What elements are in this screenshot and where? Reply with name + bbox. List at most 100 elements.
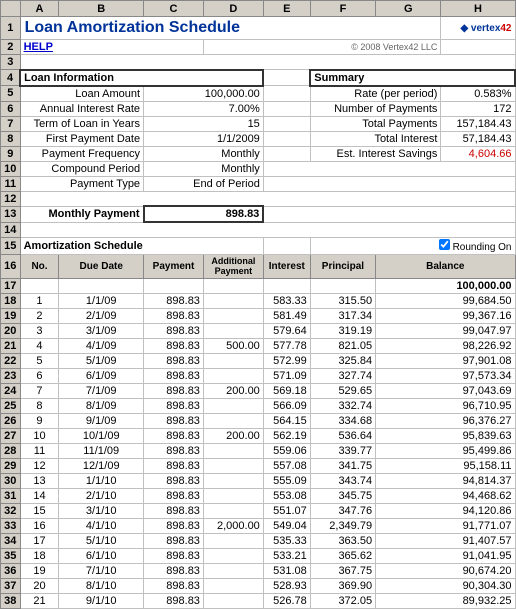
num-payments-label: Number of Payments [310, 101, 441, 116]
row-9: 9 Payment Frequency Monthly Est. Interes… [1, 146, 516, 161]
data-row-31: 31 14 2/1/10 898.83 553.08 345.75 94,468… [1, 489, 516, 504]
data-row-29: 29 12 12/1/09 898.83 557.08 341.75 95,15… [1, 459, 516, 474]
row-17-payment [144, 279, 204, 294]
copyright-cell: © 2008 Vertex42 LLC [203, 40, 440, 55]
row-3: 3 [1, 55, 516, 70]
annual-rate-value[interactable]: 7.00% [144, 101, 264, 116]
payment-freq-value[interactable]: Monthly [144, 146, 264, 161]
total-interest-value: 57,184.43 [441, 131, 515, 146]
data-row-18: 18 1 1/1/09 898.83 583.33 315.50 99,684.… [1, 294, 516, 309]
data-row-28: 28 11 11/1/09 898.83 559.06 339.77 95,49… [1, 444, 516, 459]
row-17-num: 17 [1, 279, 21, 294]
amort-schedule-header: Amortization Schedule [20, 237, 263, 254]
row-7: 7 Term of Loan in Years 15 Total Payment… [1, 116, 516, 131]
title-row: 1 Loan Amortization Schedule ◆ vertex42 [1, 17, 516, 40]
compound-value[interactable]: Monthly [144, 161, 264, 176]
data-row-26: 26 9 9/1/09 898.83 564.15 334.68 96,376.… [1, 414, 516, 429]
row-15: 15 Amortization Schedule Rounding On [1, 237, 516, 254]
amort-col-header-row: 16 No. Due Date Payment AdditionalPaymen… [1, 254, 516, 279]
col-principal-header: Principal [310, 254, 375, 279]
col-date-header: Due Date [59, 254, 144, 279]
logo-text: ◆ vertex42 [460, 23, 511, 34]
col-c-header: C [144, 1, 204, 17]
row-6-num: 6 [1, 101, 21, 116]
row-13: 13 Monthly Payment 898.83 [1, 206, 516, 222]
data-row-27: 27 10 10/1/09 898.83 200.00 562.19 536.6… [1, 429, 516, 444]
row-14-blank [20, 222, 515, 237]
row-14: 14 [1, 222, 516, 237]
rate-label: Rate (per period) [310, 86, 441, 102]
row-10-num: 10 [1, 161, 21, 176]
col-h-header: H [441, 1, 515, 17]
data-row-30: 30 13 1/1/10 898.83 555.09 343.74 94,814… [1, 474, 516, 489]
monthly-payment-value: 898.83 [144, 206, 264, 222]
row-9-num: 9 [1, 146, 21, 161]
row-15-e [263, 237, 310, 254]
total-payments-label: Total Payments [310, 116, 441, 131]
data-row-36: 36 19 7/1/10 898.83 531.08 367.75 90,674… [1, 564, 516, 579]
total-payments-value: 157,184.43 [441, 116, 515, 131]
data-row-21: 21 4 4/1/09 898.83 500.00 577.78 821.05 … [1, 339, 516, 354]
data-row-23: 23 6 6/1/09 898.83 571.09 327.74 97,573.… [1, 369, 516, 384]
data-row-34: 34 17 5/1/10 898.83 535.33 363.50 91,407… [1, 534, 516, 549]
row-14-num: 14 [1, 222, 21, 237]
col-add-payment-header: AdditionalPayment [203, 254, 263, 279]
col-f-header: F [310, 1, 375, 17]
row-17-principal [310, 279, 375, 294]
data-row-22: 22 5 5/1/09 898.83 572.99 325.84 97,901.… [1, 354, 516, 369]
corner-cell [1, 1, 21, 17]
row-13-right [263, 206, 515, 222]
help-link[interactable]: HELP [24, 41, 53, 53]
row-9-e [263, 146, 310, 161]
first-payment-value[interactable]: 1/1/2009 [144, 131, 264, 146]
row-10: 10 Compound Period Monthly [1, 161, 516, 176]
row-4-num: 4 [1, 70, 21, 86]
row-15-num: 15 [1, 237, 21, 254]
data-row-33: 33 16 4/1/10 898.83 2,000.00 549.04 2,34… [1, 519, 516, 534]
rounding-cell[interactable]: Rounding On [310, 237, 515, 254]
summary-header: Summary [310, 70, 515, 86]
loan-info-header: Loan Information [20, 70, 263, 86]
row-3-blank [20, 55, 515, 70]
row-10-right [263, 161, 515, 176]
data-row-32: 32 15 3/1/10 898.83 551.07 347.76 94,120… [1, 504, 516, 519]
row-8: 8 First Payment Date 1/1/2009 Total Inte… [1, 131, 516, 146]
rate-value: 0.583% [441, 86, 515, 102]
est-savings-label: Est. Interest Savings [310, 146, 441, 161]
spreadsheet-title: Loan Amortization Schedule [20, 17, 441, 40]
row-17-date [59, 279, 144, 294]
row-2-h [441, 40, 515, 55]
compound-label: Compound Period [20, 161, 143, 176]
row-4-e [263, 70, 310, 86]
help-cell[interactable]: HELP [20, 40, 203, 55]
est-savings-value: 4,604.66 [441, 146, 515, 161]
copyright-text: © 2008 Vertex42 LLC [351, 42, 437, 52]
data-row-25: 25 8 8/1/09 898.83 566.09 332.74 96,710.… [1, 399, 516, 414]
row-8-num: 8 [1, 131, 21, 146]
term-value[interactable]: 15 [144, 116, 264, 131]
total-interest-label: Total Interest [310, 131, 441, 146]
col-b-header: B [59, 1, 144, 17]
term-label: Term of Loan in Years [20, 116, 143, 131]
data-row-19: 19 2 2/1/09 898.83 581.49 317.34 99,367.… [1, 309, 516, 324]
rounding-checkbox[interactable] [439, 239, 450, 250]
data-row-38: 38 21 9/1/10 898.83 526.78 372.05 89,932… [1, 594, 516, 609]
row-11: 11 Payment Type End of Period [1, 176, 516, 191]
row-4: 4 Loan Information Summary [1, 70, 516, 86]
loan-amount-label: Loan Amount [20, 86, 143, 102]
row-17-no [20, 279, 59, 294]
annual-rate-label: Annual Interest Rate [20, 101, 143, 116]
col-balance-header: Balance [376, 254, 515, 279]
row-6-e [263, 101, 310, 116]
loan-amount-value[interactable]: 100,000.00 [144, 86, 264, 102]
row-13-num: 13 [1, 206, 21, 222]
data-row-20: 20 3 3/1/09 898.83 579.64 319.19 99,047.… [1, 324, 516, 339]
col-no-header: No. [20, 254, 59, 279]
col-payment-header: Payment [144, 254, 204, 279]
col-a-header: A [20, 1, 59, 17]
row-5-num: 5 [1, 86, 21, 102]
row-16-num: 16 [1, 254, 21, 279]
col-e-header: E [263, 1, 310, 17]
payment-type-value[interactable]: End of Period [144, 176, 264, 191]
row-2-num: 2 [1, 40, 21, 55]
